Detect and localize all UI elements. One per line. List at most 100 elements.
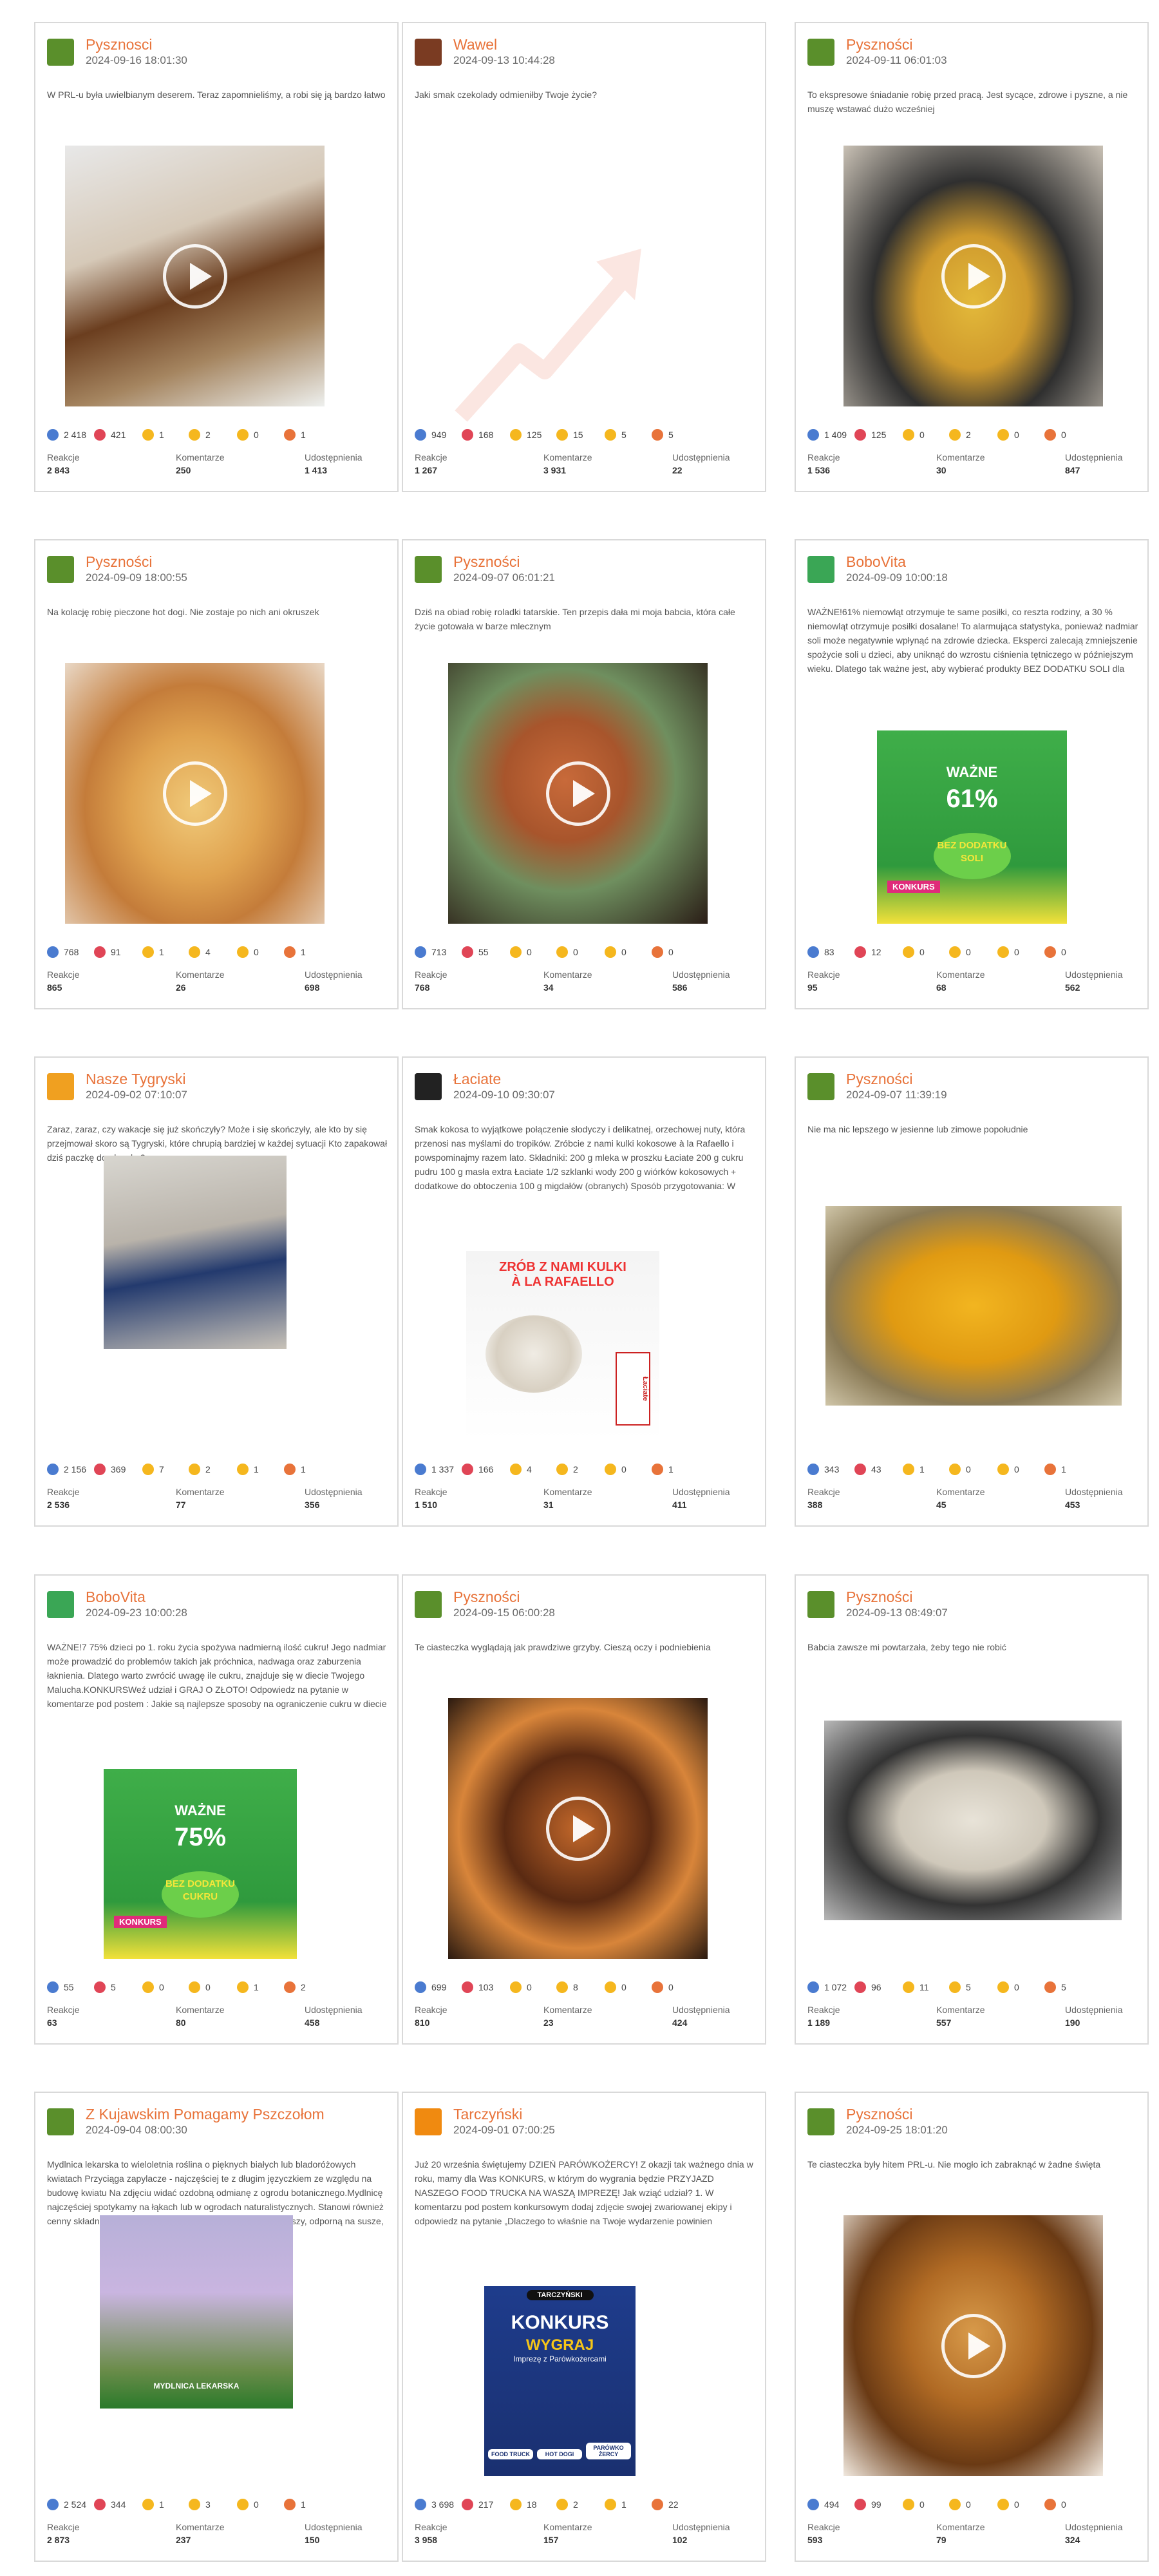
page-name-link[interactable]: Nasze Tygryski (86, 1071, 186, 1088)
page-avatar[interactable] (807, 1073, 834, 1100)
play-icon[interactable] (162, 243, 227, 309)
reaction-value: 8 (573, 1982, 578, 1992)
sad-count: 1 (605, 2499, 627, 2514)
page-avatar[interactable] (47, 2108, 74, 2135)
reaction-bar: 768 91 1 4 0 1 (47, 946, 386, 962)
page-name-link[interactable]: Wawel (453, 36, 497, 53)
page-name-link[interactable]: Z Kujawskim Pomagamy Pszczołom (86, 2106, 325, 2123)
post-image[interactable]: ZRÓB Z NAMI KULKI À LA RAFAELLO Łaciate (466, 1251, 659, 1441)
haha-count: 0 (903, 429, 925, 444)
reaction-value: 2 (205, 1464, 211, 1474)
page-name-link[interactable]: BoboVita (86, 1589, 146, 1606)
page-name-link[interactable]: Tarczyński (453, 2106, 522, 2123)
play-icon[interactable] (545, 1796, 610, 1861)
page-avatar[interactable] (47, 1591, 74, 1618)
post-card[interactable]: Pyszności 2024-09-13 08:49:07 Babcia zawsz… (795, 1574, 1149, 2045)
page-avatar[interactable] (415, 39, 442, 66)
post-card[interactable]: Pysznosci 2024-09-16 18:01:30 W PRL-u była… (34, 22, 399, 492)
page-avatar[interactable] (47, 1073, 74, 1100)
sad-icon (237, 946, 249, 958)
post-video[interactable] (843, 146, 1103, 406)
page-avatar[interactable] (415, 2108, 442, 2135)
page-name-link[interactable]: Pyszności (86, 553, 153, 571)
post-card[interactable]: Nasze Tygryski 2024-09-02 07:10:07 Zaraz, … (34, 1056, 399, 1527)
play-icon[interactable] (162, 761, 227, 826)
reaction-value: 1 (301, 947, 306, 957)
page-avatar[interactable] (807, 556, 834, 583)
post-card[interactable]: Pyszności 2024-09-07 06:01:21 Dziś na obia… (402, 539, 766, 1009)
post-card[interactable]: Pyszności 2024-09-25 18:01:20 Te ciasteczk… (795, 2092, 1149, 2562)
reaction-bar: 713 55 0 0 0 0 (415, 946, 753, 962)
page-name-link[interactable]: Pyszności (453, 553, 520, 571)
page-avatar[interactable] (415, 1591, 442, 1618)
page-avatar[interactable] (415, 556, 442, 583)
post-image[interactable] (824, 1721, 1122, 1920)
graphic-headline: WAŻNE (946, 764, 998, 780)
reaction-value: 768 (64, 947, 79, 957)
page-name-link[interactable]: Łaciate (453, 1071, 501, 1088)
post-image[interactable]: WAŻNE 61% BEZ DODATKU SOLI KONKURS (877, 730, 1067, 924)
page-name-link[interactable]: Pyszności (846, 36, 913, 53)
stat-label: Udostępnienia (1065, 1487, 1123, 1497)
post-text: Dziś na obiad robię roladki tatarskie. T… (415, 607, 735, 631)
page-avatar[interactable] (47, 39, 74, 66)
post-video[interactable] (65, 146, 325, 406)
page-name-link[interactable]: Pyszności (846, 2106, 913, 2123)
post-card[interactable]: BoboVita 2024-09-23 10:00:28 WAŻNE!7 75% d… (34, 1574, 399, 2045)
reaction-value: 4 (205, 947, 211, 957)
page-name-link[interactable]: Pysznosci (86, 36, 153, 53)
play-icon[interactable] (941, 243, 1006, 309)
comments-stat: Komentarze 3 931 (543, 452, 592, 475)
post-stats: Reakcje 388 Komentarze 45 Udostępnienia 453 (807, 1487, 1136, 1515)
shares-stat: Udostępnienia 586 (672, 969, 730, 993)
post-card[interactable]: BoboVita 2024-09-09 10:00:18 WAŻNE!61% nie… (795, 539, 1149, 1009)
post-image[interactable]: WAŻNE 75% BEZ DODATKU CUKRU KONKURS (104, 1769, 297, 1959)
page-name-link[interactable]: Pyszności (453, 1589, 520, 1606)
post-card[interactable]: Z Kujawskim Pomagamy Pszczołom 2024-09-04… (34, 2092, 399, 2562)
post-card[interactable]: Łaciate 2024-09-10 09:30:07 Smak kokosa to… (402, 1056, 766, 1527)
post-video[interactable] (843, 2215, 1103, 2476)
page-avatar[interactable] (807, 39, 834, 66)
post-card[interactable]: Pyszności 2024-09-11 06:01:03 To ekspresow… (795, 22, 1149, 492)
stat-value: 1 536 (807, 465, 831, 475)
page-avatar[interactable] (807, 1591, 834, 1618)
like-count: 2 418 (47, 429, 86, 444)
page-avatar[interactable] (415, 1073, 442, 1100)
page-name-link[interactable]: Pyszności (846, 1589, 913, 1606)
post-image[interactable] (104, 1156, 287, 1349)
post-card[interactable]: Pyszności 2024-09-09 18:00:55 Na kolację r… (34, 539, 399, 1009)
haha-icon (142, 429, 154, 441)
reaction-value: 83 (824, 947, 834, 957)
stat-label: Komentarze (936, 452, 985, 463)
stat-label: Udostępnienia (672, 2522, 730, 2532)
post-card[interactable]: Wawel 2024-09-13 10:44:28 Jaki smak czekol… (402, 22, 766, 492)
embedded-graphic: WAŻNE 61% BEZ DODATKU SOLI KONKURS (877, 730, 1067, 924)
page-avatar[interactable] (47, 556, 74, 583)
post-image[interactable] (825, 1206, 1122, 1406)
reactions-stat: Reakcje 63 (47, 2005, 80, 2028)
stat-value: 453 (1065, 1500, 1080, 1510)
post-text: Jaki smak czekolady odmieniłby Twoje życ… (415, 90, 597, 100)
post-video[interactable] (448, 663, 708, 924)
post-video[interactable] (65, 663, 325, 924)
post-card[interactable]: Pyszności 2024-09-07 11:39:19 Nie ma nic l… (795, 1056, 1149, 1527)
angry-icon (652, 2499, 663, 2510)
angry-count: 0 (1044, 946, 1066, 962)
post-card[interactable]: Tarczyński 2024-09-01 07:00:25 Już 20 wrze… (402, 2092, 766, 2562)
sad-count: 0 (605, 1464, 627, 1479)
stat-value: 31 (543, 1500, 554, 1510)
play-icon[interactable] (545, 761, 610, 826)
reaction-value: 0 (205, 1982, 211, 1992)
page-name-link[interactable]: Pyszności (846, 1071, 913, 1088)
post-card[interactable]: Pyszności 2024-09-15 06:00:28 Te ciasteczk… (402, 1574, 766, 2045)
like-count: 343 (807, 1464, 839, 1479)
page-avatar[interactable] (807, 2108, 834, 2135)
play-icon[interactable] (941, 2313, 1006, 2378)
page-name-link[interactable]: BoboVita (846, 553, 906, 571)
post-image[interactable]: TARCZYŃSKI KONKURS WYGRAJ Imprezę z Parówko… (484, 2286, 636, 2476)
reaction-bar: 699 103 0 8 0 0 (415, 1981, 753, 1997)
post-image[interactable] (448, 223, 693, 429)
post-video[interactable] (448, 1698, 708, 1959)
post-image[interactable]: MYDLNICA LEKARSKA (100, 2215, 293, 2409)
wow-count: 15 (556, 429, 583, 444)
